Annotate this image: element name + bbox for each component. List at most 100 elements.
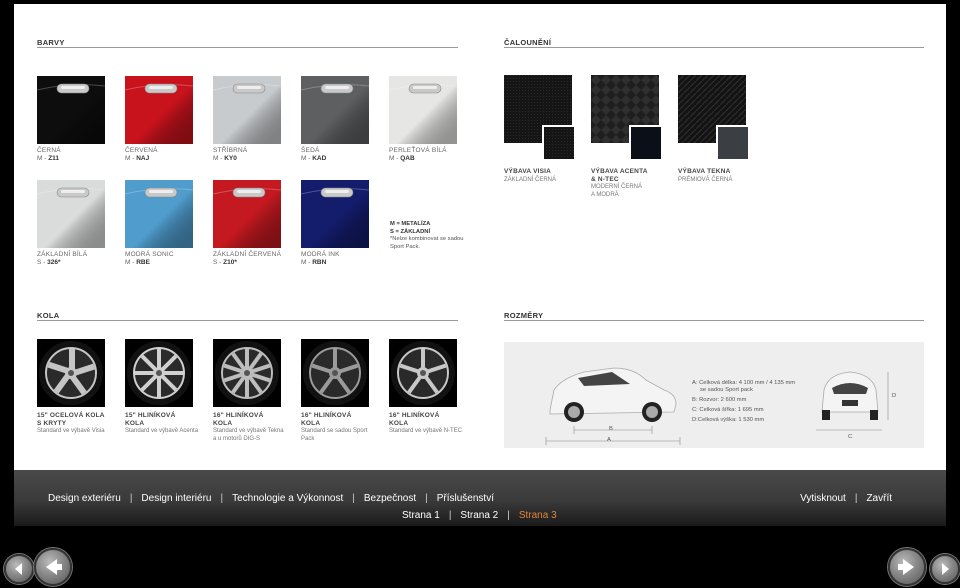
color-type: S -: [37, 259, 48, 266]
next-page-button[interactable]: [888, 548, 926, 586]
dim-length-note: se sadou Sport pack: [700, 387, 753, 393]
colors-legend: M = METALÍZA S = ZÁKLADNÍ *Nelze kombino…: [390, 221, 470, 251]
nav-separator: |: [352, 493, 355, 504]
color-type: M -: [125, 259, 137, 266]
color-caption: PERLEŤOVÁ BÍLÁ M - QAB: [389, 147, 447, 163]
color-type: S -: [213, 259, 224, 266]
color-swatch: [389, 76, 457, 144]
page-nav: Strana 1 | Strana 2 | Strana 3: [402, 510, 557, 521]
close-link[interactable]: Zavřít: [866, 493, 892, 504]
wheel-title: 15" HLINÍKOVÁ: [125, 412, 176, 419]
dim-label-d: D: [892, 393, 897, 399]
upholstery-tekna-caption: VÝBAVA TEKNA PRÉMIOVÁ ČERNÁ: [678, 168, 733, 183]
page-link-3[interactable]: Strana 3: [519, 510, 557, 521]
color-caption: ČERNÁ M - Z11: [37, 147, 61, 163]
color-code: KAD: [312, 155, 327, 162]
wheel-title: 16" HLINÍKOVÁ: [301, 412, 352, 419]
divider: [37, 320, 458, 321]
legend-note: *Nelze kombinovat se sadou Sport Pack.: [390, 236, 464, 250]
color-swatch: [37, 76, 105, 144]
color-swatch: [37, 180, 105, 248]
navigation-bar: Design exteriéru | Design interiéru | Techno…: [14, 470, 946, 526]
wheel-caption: 16" HLINÍKOVÁ KOLA Standard ve výbavě Tekn…: [213, 412, 291, 443]
wheel-availability-line2: Pack: [301, 435, 315, 442]
wheel-title: 16" HLINÍKOVÁ: [213, 412, 264, 419]
color-swatch: [125, 76, 193, 144]
color-type: M -: [301, 259, 313, 266]
color-name: PERLEŤOVÁ BÍLÁ: [389, 147, 447, 154]
wheel-title-line2: KOLA: [389, 419, 409, 427]
wheel-image: [37, 339, 105, 407]
dim-wheelbase: B: Rozvor: 2 600 mm: [692, 397, 747, 403]
wheel-image: [301, 339, 369, 407]
wheel-availability: Standard se sadou Sport: [301, 428, 368, 434]
nav-link-technology[interactable]: Technologie a Výkonnost: [232, 493, 343, 504]
wheel-title-line2: S KRYTY: [37, 419, 67, 427]
color-code: RBE: [136, 259, 150, 266]
color-caption: ŠEDÁ M - KAD: [301, 147, 326, 163]
color-swatch: [213, 180, 281, 248]
wheel-title: 16" HLINÍKOVÁ: [389, 412, 440, 419]
dimensions-legend: A: Celková délka: 4 100 mm / 4 135 mm se…: [692, 380, 804, 424]
wheel-title-line2: KOLA: [213, 419, 233, 427]
section-title-dimensions: ROZMĚRY: [504, 311, 544, 320]
color-caption: MODRÁ SONIC M - RBE: [125, 251, 174, 267]
dim-length: A: Celková délka: 4 100 mm / 4 135 mm: [692, 380, 796, 386]
wheel-availability: Standard ve výbavě Acenta: [125, 428, 199, 434]
last-page-button[interactable]: [930, 554, 960, 584]
divider: [37, 47, 458, 48]
color-swatch: [125, 180, 193, 248]
wheel-availability: Standard ve výbavě Tekna: [213, 428, 284, 434]
wheel-caption: 16" HLINÍKOVÁ KOLA Standard se sadou Sport…: [301, 412, 379, 443]
dim-width: C: Celková šířka: 1 695 mm: [692, 407, 764, 413]
legend-metallic: M = METALÍZA: [390, 221, 431, 227]
color-name: ZÁKLADNÍ ČERVENÁ: [213, 251, 282, 258]
divider: [504, 47, 924, 48]
color-type: M -: [125, 155, 137, 162]
nav-separator: |: [425, 493, 428, 504]
dim-label-c: C: [848, 434, 853, 440]
wheel-title-line2: KOLA: [301, 419, 321, 427]
dim-label-a: A: [607, 437, 611, 443]
wheel-availability: Standard ve výbavě Visia: [37, 428, 105, 434]
color-swatch: [213, 76, 281, 144]
nav-separator: |: [854, 493, 858, 504]
nav-link-interior[interactable]: Design interiéru: [141, 493, 211, 504]
wheel-image: [213, 339, 281, 407]
color-code: QAB: [400, 155, 415, 162]
wheel-title-line2: KOLA: [125, 419, 145, 427]
nav-link-accessories[interactable]: Příslušenství: [437, 493, 494, 504]
section-title-colors: BARVY: [37, 38, 65, 47]
color-type: M -: [37, 155, 49, 162]
previous-page-button[interactable]: [34, 548, 72, 586]
page-link-1[interactable]: Strana 1: [402, 510, 440, 521]
section-title-wheels: KOLA: [37, 311, 60, 320]
nav-separator: |: [129, 493, 133, 504]
color-code: NAJ: [136, 155, 150, 162]
nav-link-exterior[interactable]: Design exteriéru: [48, 493, 121, 504]
page-link-2[interactable]: Strana 2: [460, 510, 498, 521]
color-name: ZÁKLADNÍ BÍLÁ: [37, 251, 88, 258]
upholstery-tekna-swatch: [678, 75, 750, 161]
section-nav: Design exteriéru | Design interiéru | Techno…: [48, 493, 494, 504]
color-name: ŠEDÁ: [301, 147, 320, 154]
car-front-view: [821, 371, 879, 420]
color-code: RBN: [312, 259, 327, 266]
color-swatch: [301, 76, 369, 144]
color-caption: ČERVENÁ M - NAJ: [125, 147, 158, 163]
color-type: M -: [213, 155, 225, 162]
upholstery-acenta-swatch: [591, 75, 663, 161]
wheel-availability: Standard ve výbavě N-TEC: [389, 428, 463, 434]
upholstery-acenta-caption: VÝBAVA ACENTA & N-TEC MODERNÍ ČERNÁ A MO…: [591, 168, 648, 198]
color-name: ČERVENÁ: [125, 147, 158, 154]
nav-link-safety[interactable]: Bezpečnost: [364, 493, 416, 504]
color-caption: MODRÁ INK M - RBN: [301, 251, 340, 267]
dim-height: D:Celková výška: 1 530 mm: [692, 417, 765, 423]
print-link[interactable]: Vytisknout: [800, 493, 846, 504]
first-page-button[interactable]: [4, 554, 34, 584]
color-name: MODRÁ INK: [301, 251, 340, 258]
color-type: M -: [389, 155, 401, 162]
wheel-caption: 16" HLINÍKOVÁ KOLA Standard ve výbavě N-TE…: [389, 412, 467, 436]
dimensions-panel: B A C D A: Celková délka: 4 100 mm / 4 1…: [504, 342, 924, 448]
utility-nav: Vytisknout | Zavřít: [800, 493, 892, 504]
